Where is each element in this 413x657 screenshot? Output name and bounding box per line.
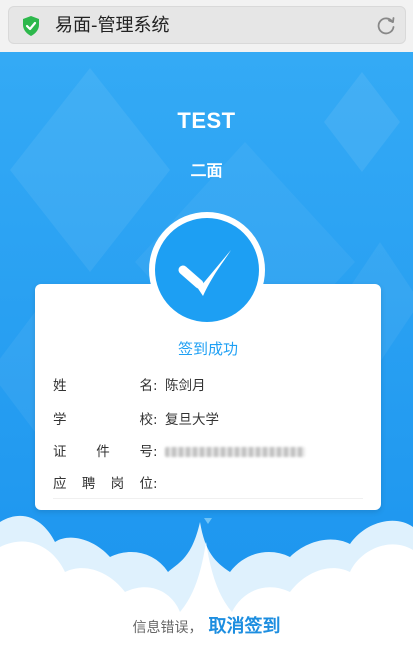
field-row-school: 学 校 : 复旦大学 xyxy=(53,408,373,432)
event-title: TEST xyxy=(177,108,236,133)
field-label: 应 聘 岗 位 xyxy=(53,476,153,492)
url-box[interactable]: 易面-管理系统 xyxy=(8,6,406,44)
browser-address-bar: 易面-管理系统 xyxy=(0,0,413,52)
round-subtitle: 二面 xyxy=(190,161,223,180)
field-row-id: 证 件 号 : xyxy=(53,440,373,464)
divider xyxy=(53,498,363,499)
footer: 信息错误， 取消签到 xyxy=(0,612,413,642)
page-title: 易面-管理系统 xyxy=(55,15,170,36)
checkmark-icon xyxy=(178,250,231,296)
field-label: 姓 名 xyxy=(53,378,153,394)
info-error-label: 信息错误， xyxy=(132,620,203,636)
id-number-redacted xyxy=(165,447,305,457)
hero-section: TEST 二面 签到成功 姓 名 : 陈剑月 学 校 : 复旦大学 证 件 号 xyxy=(0,52,413,657)
shield-check-icon xyxy=(23,16,39,36)
reload-icon[interactable] xyxy=(375,15,397,37)
field-row-position: 应 聘 岗 位 : xyxy=(53,472,373,496)
cancel-checkin-link[interactable]: 取消签到 xyxy=(209,616,281,637)
field-row-name: 姓 名 : 陈剑月 xyxy=(53,374,373,398)
field-label: 学 校 xyxy=(53,412,153,428)
field-value-name: 陈剑月 xyxy=(165,378,206,394)
checkin-status: 签到成功 xyxy=(177,340,238,358)
down-arrow-icon xyxy=(204,518,212,524)
field-value-school: 复旦大学 xyxy=(165,412,219,428)
success-badge xyxy=(149,212,265,328)
field-label: 证 件 号 xyxy=(53,444,153,460)
